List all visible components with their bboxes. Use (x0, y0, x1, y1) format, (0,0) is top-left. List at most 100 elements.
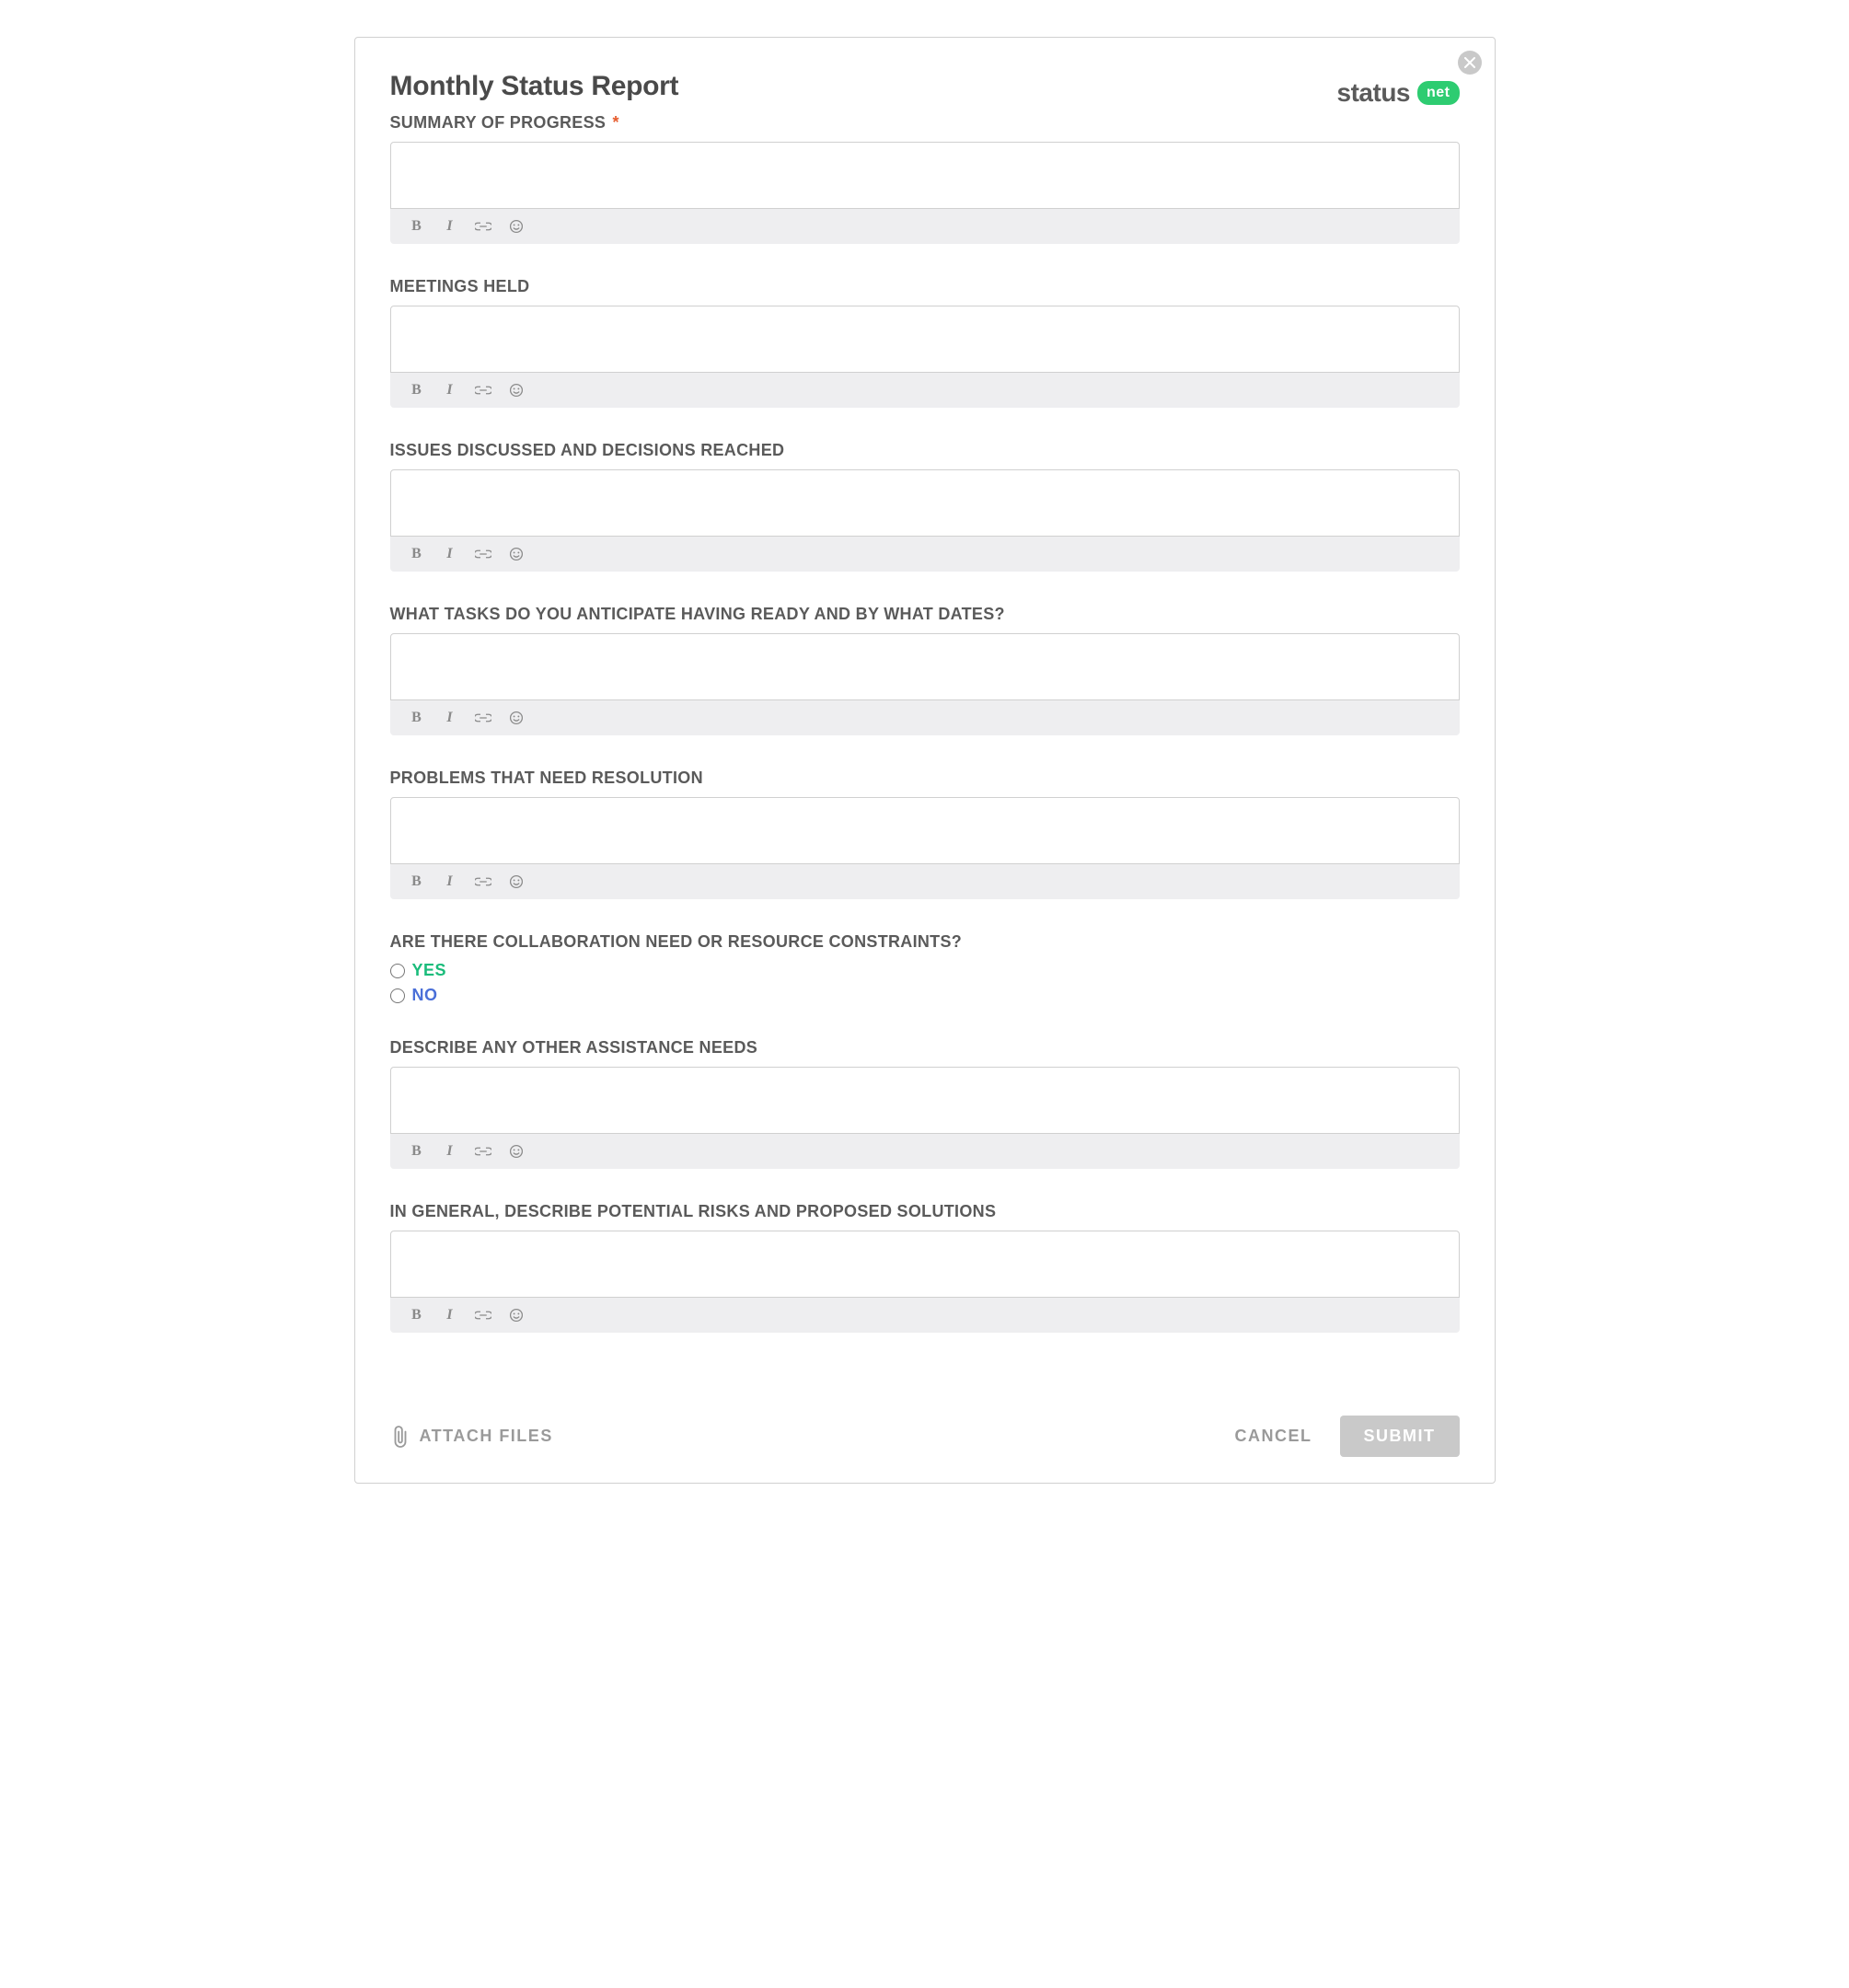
label-issues: ISSUES DISCUSSED AND DECISIONS REACHED (390, 441, 1460, 460)
section-assistance: DESCRIBE ANY OTHER ASSISTANCE NEEDS B I (390, 1038, 1460, 1169)
emoji-button[interactable] (508, 1143, 525, 1160)
link-button[interactable] (475, 1307, 491, 1323)
textarea-wrap-tasks (390, 633, 1460, 700)
link-button[interactable] (475, 218, 491, 235)
textarea-wrap-problems (390, 797, 1460, 864)
toolbar-meetings: B I (390, 373, 1460, 408)
emoji-icon (509, 711, 524, 725)
input-problems[interactable] (391, 798, 1459, 859)
link-icon (475, 1310, 491, 1321)
emoji-button[interactable] (508, 710, 525, 726)
emoji-button[interactable] (508, 873, 525, 890)
section-problems: PROBLEMS THAT NEED RESOLUTION B I (390, 769, 1460, 899)
italic-button[interactable]: I (442, 546, 458, 562)
emoji-icon (509, 1144, 524, 1159)
attach-label: ATTACH FILES (420, 1427, 553, 1446)
textarea-wrap-assistance (390, 1067, 1460, 1134)
link-button[interactable] (475, 382, 491, 399)
emoji-icon (509, 1308, 524, 1323)
emoji-button[interactable] (508, 1307, 525, 1323)
label-tasks: WHAT TASKS DO YOU ANTICIPATE HAVING READ… (390, 605, 1460, 624)
bold-button[interactable]: B (409, 1143, 425, 1160)
submit-button[interactable]: SUBMIT (1340, 1416, 1460, 1457)
section-risks: IN GENERAL, DESCRIBE POTENTIAL RISKS AND… (390, 1202, 1460, 1333)
emoji-icon (509, 874, 524, 889)
input-summary[interactable] (391, 143, 1459, 203)
emoji-button[interactable] (508, 382, 525, 399)
link-button[interactable] (475, 1143, 491, 1160)
section-tasks: WHAT TASKS DO YOU ANTICIPATE HAVING READ… (390, 605, 1460, 735)
emoji-button[interactable] (508, 546, 525, 562)
footer-actions: CANCEL SUBMIT (1235, 1416, 1460, 1457)
link-icon (475, 385, 491, 396)
emoji-icon (509, 219, 524, 234)
radio-group-collab: YES NO (390, 961, 1460, 1005)
bold-button[interactable]: B (409, 382, 425, 399)
close-icon (1464, 57, 1475, 68)
modal-header: Monthly Status Report status net (390, 71, 1460, 108)
section-meetings: MEETINGS HELD B I (390, 277, 1460, 408)
italic-button[interactable]: I (442, 873, 458, 890)
label-collab: ARE THERE COLLABORATION NEED OR RESOURCE… (390, 932, 1460, 952)
toolbar-risks: B I (390, 1298, 1460, 1333)
radio-no[interactable] (390, 988, 405, 1003)
radio-label-no: NO (412, 986, 438, 1005)
section-issues: ISSUES DISCUSSED AND DECISIONS REACHED B… (390, 441, 1460, 572)
link-icon (475, 549, 491, 560)
label-risks: IN GENERAL, DESCRIBE POTENTIAL RISKS AND… (390, 1202, 1460, 1221)
link-button[interactable] (475, 546, 491, 562)
input-assistance[interactable] (391, 1068, 1459, 1128)
bold-button[interactable]: B (409, 218, 425, 235)
label-meetings: MEETINGS HELD (390, 277, 1460, 296)
label-assistance: DESCRIBE ANY OTHER ASSISTANCE NEEDS (390, 1038, 1460, 1058)
bold-button[interactable]: B (409, 546, 425, 562)
attach-files-button[interactable]: ATTACH FILES (390, 1425, 553, 1449)
cancel-button[interactable]: CANCEL (1235, 1427, 1312, 1446)
input-risks[interactable] (391, 1231, 1459, 1292)
toolbar-tasks: B I (390, 700, 1460, 735)
label-problems: PROBLEMS THAT NEED RESOLUTION (390, 769, 1460, 788)
bold-button[interactable]: B (409, 873, 425, 890)
radio-row-no[interactable]: NO (390, 986, 1460, 1005)
label-summary-text: SUMMARY OF PROGRESS (390, 113, 607, 132)
link-icon (475, 876, 491, 887)
italic-button[interactable]: I (442, 1143, 458, 1160)
radio-yes[interactable] (390, 964, 405, 978)
bold-button[interactable]: B (409, 1307, 425, 1323)
paperclip-icon (390, 1425, 410, 1449)
italic-button[interactable]: I (442, 382, 458, 399)
italic-button[interactable]: I (442, 218, 458, 235)
toolbar-issues: B I (390, 537, 1460, 572)
logo-badge: net (1417, 81, 1460, 105)
link-icon (475, 221, 491, 232)
section-summary: SUMMARY OF PROGRESS * B I (390, 113, 1460, 244)
radio-label-yes: YES (412, 961, 447, 980)
input-issues[interactable] (391, 470, 1459, 531)
brand-logo: status net (1337, 78, 1460, 108)
section-collab: ARE THERE COLLABORATION NEED OR RESOURCE… (390, 932, 1460, 1005)
textarea-wrap-issues (390, 469, 1460, 537)
toolbar-summary: B I (390, 209, 1460, 244)
bold-button[interactable]: B (409, 710, 425, 726)
required-mark: * (613, 113, 619, 132)
textarea-wrap-risks (390, 1231, 1460, 1298)
italic-button[interactable]: I (442, 1307, 458, 1323)
emoji-icon (509, 383, 524, 398)
logo-text: status (1337, 78, 1410, 108)
page-title: Monthly Status Report (390, 71, 679, 102)
input-meetings[interactable] (391, 306, 1459, 367)
link-icon (475, 1146, 491, 1157)
toolbar-problems: B I (390, 864, 1460, 899)
italic-button[interactable]: I (442, 710, 458, 726)
link-button[interactable] (475, 873, 491, 890)
toolbar-assistance: B I (390, 1134, 1460, 1169)
radio-row-yes[interactable]: YES (390, 961, 1460, 980)
input-tasks[interactable] (391, 634, 1459, 695)
link-button[interactable] (475, 710, 491, 726)
close-button[interactable] (1458, 51, 1482, 75)
emoji-icon (509, 547, 524, 561)
textarea-wrap-meetings (390, 306, 1460, 373)
modal-footer: ATTACH FILES CANCEL SUBMIT (390, 1416, 1460, 1457)
emoji-button[interactable] (508, 218, 525, 235)
status-report-modal: Monthly Status Report status net SUMMARY… (354, 37, 1496, 1484)
